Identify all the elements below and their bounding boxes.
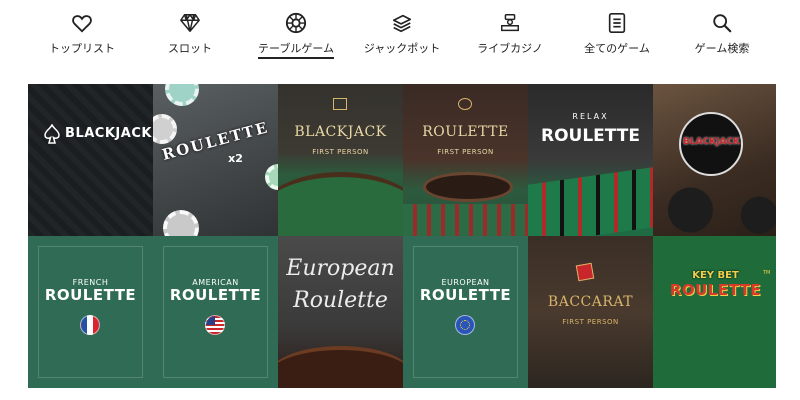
nav-label: ジャックポット [363,42,441,55]
game-title-line2: Roulette [293,288,388,313]
game-grid: BLACKJACK ROULETTE x2 BLACKJACK FIRST PE… [28,84,776,388]
game-tile-relax-roulette[interactable]: RELAX ROULETTE [528,84,653,236]
game-title: ROULETTE [541,126,640,146]
heart-icon [71,12,93,34]
game-tile-european-roulette-script[interactable]: European Roulette [278,236,403,388]
live-dealer-icon [499,12,521,34]
roulette-wheel-icon [285,12,307,34]
game-tile-roulette-first-person[interactable]: ROULETTE FIRST PERSON [403,84,528,236]
nav-item-table-games[interactable]: テーブルゲーム [241,12,351,62]
nav-item-toplist[interactable]: トップリスト [27,12,137,62]
category-nav: トップリスト スロット テーブルゲーム ジャックポット ライブカジノ 全てのゲー… [0,0,800,70]
frame-decoration [38,246,143,378]
france-flag-icon [80,315,100,335]
nav-label: トップリスト [49,42,115,55]
chip-decoration [153,114,177,144]
nav-item-jackpot[interactable]: ジャックポット [347,12,457,62]
game-tile-motorcycle-blackjack[interactable]: BLACKJACK [653,84,776,236]
nav-label: スロット [168,42,212,55]
roulette-wheel-icon [458,98,472,110]
chip-decoration [163,210,199,236]
usa-flag-icon [205,315,225,335]
nav-label: テーブルゲーム [257,40,334,59]
layout-decoration [528,167,653,236]
diamond-icon [179,12,201,34]
nav-label: 全てのゲーム [584,42,650,55]
list-icon [606,12,628,34]
nav-item-all-games[interactable]: 全てのゲーム [562,12,672,62]
game-title: ROULETTE [44,286,137,304]
game-subtitle: FIRST PERSON [562,318,619,326]
game-subtitle: FIRST PERSON [437,148,494,156]
game-title-line1: European [286,256,395,281]
nav-label: ゲーム検索 [694,42,750,55]
search-icon [711,12,733,34]
game-title: BLACKJACK [294,124,387,140]
game-title: BLACKJACK [65,126,152,141]
game-tile-american-roulette[interactable]: AMERICAN ROULETTE [153,236,278,388]
nav-item-live-casino[interactable]: ライブカジノ [455,12,565,62]
cards-icon [333,98,347,110]
game-tile-roulette-x2[interactable]: ROULETTE x2 [153,84,278,236]
money-stack-icon [391,12,413,34]
layout-decoration [403,204,528,236]
game-title: ROULETTE [169,286,262,304]
chip-decoration [265,164,278,190]
wheel-decoration [423,172,513,202]
cards-icon [575,262,595,282]
game-title: BACCARAT [547,294,634,310]
nav-item-game-search[interactable]: ゲーム検索 [667,12,777,62]
game-tile-baccarat-first-person[interactable]: BACCARAT FIRST PERSON [528,236,653,388]
game-title-line2: ROULETTE [669,281,762,299]
game-badge: x2 [228,152,243,165]
eu-flag-icon [455,315,475,335]
game-tile-french-roulette[interactable]: FRENCH ROULETTE [28,236,153,388]
trademark: TM [763,270,771,276]
game-title: ROULETTE [419,286,512,304]
game-title-line1: KEY BET [692,270,739,281]
game-brand: RELAX [572,112,609,121]
chip-decoration [165,84,199,106]
game-subtitle: FIRST PERSON [312,148,369,156]
game-tile-blackjack-first-person[interactable]: BLACKJACK FIRST PERSON [278,84,403,236]
nav-label: ライブカジノ [477,42,543,55]
game-tile-blackjack[interactable]: BLACKJACK [28,84,153,236]
frame-decoration [413,246,518,378]
table-decoration [278,172,403,236]
game-tile-keybet-roulette[interactable]: KEY BET ROULETTE TM [653,236,776,388]
motorcycle-decoration [653,184,776,236]
game-title: ROULETTE [422,124,509,140]
nav-item-slots[interactable]: スロット [135,12,245,62]
game-title: BLACKJACK [682,137,741,147]
game-tile-european-roulette[interactable]: EUROPEAN ROULETTE [403,236,528,388]
wheel-decoration [278,346,403,388]
frame-decoration [163,246,268,378]
